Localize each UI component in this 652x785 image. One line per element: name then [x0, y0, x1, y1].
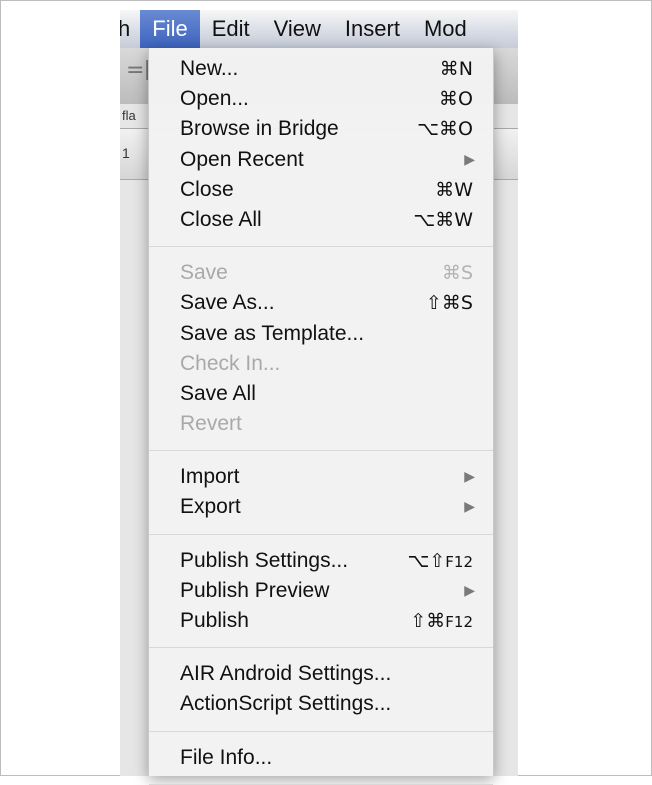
shortcut-key: F12 [445, 552, 473, 571]
menu-item-label: Open... [180, 87, 249, 111]
menu-item-label: Save As... [180, 291, 275, 315]
menubar-item-partial[interactable]: h [120, 10, 140, 48]
menu-item-shortcut: ⌥⇧F12 [407, 546, 473, 577]
menu-item-browse-in-bridge[interactable]: Browse in Bridge ⌥⌘O [149, 114, 493, 144]
menu-item-label: New... [180, 57, 239, 80]
menu-item-label: Save as Template... [180, 321, 365, 345]
menu-item-shortcut: ⌘O [439, 88, 473, 111]
menu-item-check-in: Check In... [149, 349, 493, 379]
menu-item-label: Publish Preview [180, 578, 330, 602]
menu-item-publish-settings[interactable]: Publish Settings... ⌥⇧F12 [149, 546, 493, 576]
shortcut-key: F12 [445, 613, 473, 631]
file-menu-dropdown: New... ⌘N Open... ⌘O Browse in Bridge ⌥⌘… [148, 48, 494, 785]
menu-item-label: Revert [180, 412, 242, 436]
shortcut-modifiers: ⇧⌘ [410, 610, 446, 632]
submenu-arrow-icon: ▶ [464, 582, 475, 599]
submenu-arrow-icon: ▶ [464, 151, 475, 168]
menu-item-label: Import [180, 465, 240, 489]
menu-item-open[interactable]: Open... ⌘O [149, 84, 493, 114]
menu-item-label: Close [180, 177, 234, 201]
menu-separator [149, 246, 493, 248]
menu-separator [149, 730, 493, 732]
menu-item-shortcut: ⇧⌘F12 [410, 606, 473, 637]
menubar-item-insert[interactable]: Insert [333, 10, 412, 48]
menubar-item-view[interactable]: View [262, 10, 333, 48]
menu-separator [149, 450, 493, 452]
menu-item-actionscript-settings[interactable]: ActionScript Settings... [149, 689, 493, 719]
menu-item-file-info[interactable]: File Info... [149, 743, 493, 773]
menu-item-shortcut: ⌘N [439, 58, 473, 80]
background-tab-mark: 1 [122, 145, 130, 161]
menubar-item-edit[interactable]: Edit [200, 10, 262, 48]
menu-item-close-all[interactable]: Close All ⌥⌘W [149, 205, 493, 235]
menu-item-label: Browse in Bridge [180, 117, 339, 141]
menu-item-export[interactable]: Export ▶ [149, 492, 493, 522]
menu-item-shortcut: ⌘S [441, 262, 473, 285]
background-file-label: fla [122, 108, 136, 123]
menu-item-new[interactable]: New... ⌘N [149, 54, 493, 84]
menu-item-shortcut: ⌥⌘W [413, 208, 473, 231]
menu-item-shortcut: ⌘W [435, 178, 473, 201]
menu-item-publish-preview[interactable]: Publish Preview ▶ [149, 576, 493, 606]
submenu-arrow-icon: ▶ [464, 469, 475, 486]
menu-item-label: Export [180, 495, 241, 519]
menu-item-label: Close All [180, 207, 262, 231]
menu-item-label: Save All [180, 381, 256, 405]
menu-separator [149, 533, 493, 535]
menu-separator [149, 647, 493, 649]
menu-item-label: Save [180, 261, 228, 285]
menu-item-publish[interactable]: Publish ⇧⌘F12 [149, 606, 493, 636]
menu-item-save-all[interactable]: Save All [149, 379, 493, 409]
shortcut-modifiers: ⌥⇧ [407, 549, 446, 572]
menu-item-label: Open Recent [180, 147, 304, 171]
menu-item-shortcut: ⌥⌘O [417, 118, 473, 141]
menu-item-save: Save ⌘S [149, 258, 493, 288]
menu-item-open-recent[interactable]: Open Recent ▶ [149, 145, 493, 175]
menu-item-shortcut: ⇧⌘S [426, 292, 473, 315]
menu-item-label: ActionScript Settings... [180, 692, 392, 716]
menu-item-save-as[interactable]: Save As... ⇧⌘S [149, 288, 493, 318]
menu-item-label: Check In... [180, 351, 281, 375]
menu-item-import[interactable]: Import ▶ [149, 462, 493, 492]
menu-item-save-as-template[interactable]: Save as Template... [149, 319, 493, 349]
menu-item-close[interactable]: Close ⌘W [149, 175, 493, 205]
menu-item-revert: Revert [149, 409, 493, 439]
menu-item-label: Publish [180, 609, 249, 632]
menu-bar: h File Edit View Insert Mod [120, 10, 518, 48]
menubar-item-file[interactable]: File [140, 10, 200, 48]
submenu-arrow-icon: ▶ [464, 499, 475, 516]
menu-item-label: File Info... [180, 745, 273, 769]
menu-item-label: AIR Android Settings... [180, 662, 392, 686]
menu-item-label: Publish Settings... [180, 548, 349, 572]
menubar-item-modify[interactable]: Mod [412, 10, 479, 48]
menu-item-air-android-settings[interactable]: AIR Android Settings... [149, 659, 493, 689]
